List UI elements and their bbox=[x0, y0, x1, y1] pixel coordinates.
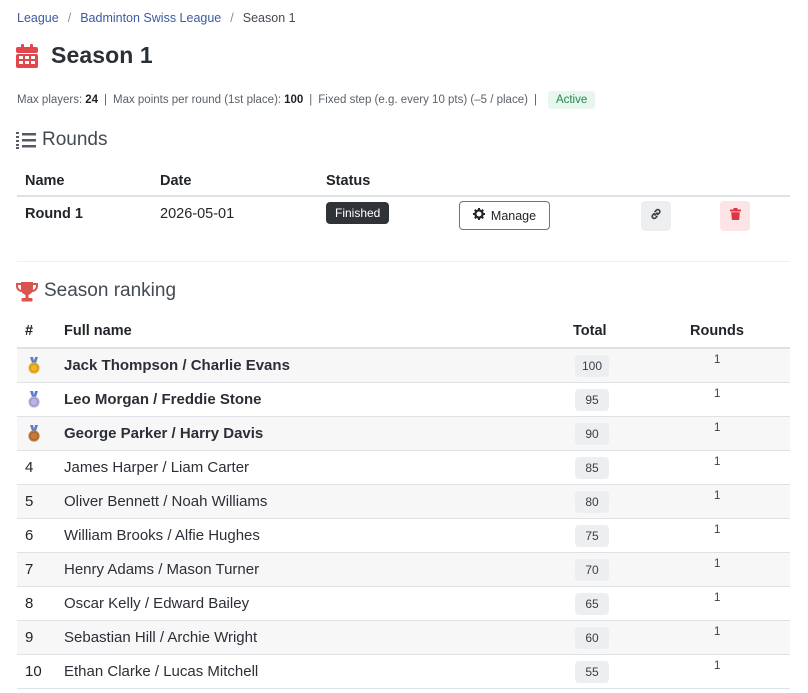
ranking-table-header: # Full name Total Rounds bbox=[17, 315, 790, 349]
ranking-row: 4 James Harper / Liam Carter 85 1 bbox=[17, 451, 790, 485]
rank-number: 10 bbox=[25, 663, 42, 680]
ranking-table-body: Jack Thompson / Charlie Evans 100 1 Leo Mor… bbox=[17, 349, 790, 689]
team-name: Leo Morgan / Freddie Stone bbox=[64, 391, 262, 408]
rounds-table-header: Name Date Status bbox=[17, 164, 790, 197]
rank-number: 8 bbox=[25, 595, 34, 612]
link-icon bbox=[650, 208, 662, 224]
column-header-date: Date bbox=[160, 173, 192, 189]
total-points-badge: 55 bbox=[575, 661, 609, 683]
total-points-badge: 80 bbox=[575, 491, 609, 513]
rounds-played: 1 bbox=[714, 558, 721, 570]
rounds-table: Name Date Status Round 1 2026-05-01 Fini… bbox=[17, 164, 790, 237]
trash-icon bbox=[729, 208, 741, 224]
trophy-icon bbox=[16, 281, 44, 302]
max-players-label: Max players: bbox=[17, 94, 83, 106]
rounds-title: Rounds bbox=[42, 129, 108, 150]
team-name: Oliver Bennett / Noah Williams bbox=[64, 493, 268, 510]
rounds-played: 1 bbox=[714, 456, 721, 468]
rounds-played: 1 bbox=[714, 422, 721, 434]
ranking-row: George Parker / Harry Davis 90 1 bbox=[17, 417, 790, 451]
rounds-played: 1 bbox=[714, 626, 721, 638]
ranking-row: 8 Oscar Kelly / Edward Bailey 65 1 bbox=[17, 587, 790, 621]
meta-separator: | bbox=[533, 94, 537, 106]
ranking-row: 10 Ethan Clarke / Lucas Mitchell 55 1 bbox=[17, 655, 790, 689]
delete-round-button[interactable] bbox=[720, 201, 750, 231]
ranking-title: Season ranking bbox=[44, 280, 177, 301]
ranking-row: 5 Oliver Bennett / Noah Williams 80 1 bbox=[17, 485, 790, 519]
calendar-icon bbox=[16, 43, 38, 68]
team-name: Henry Adams / Mason Turner bbox=[64, 561, 260, 578]
team-name: James Harper / Liam Carter bbox=[64, 459, 250, 476]
total-points-badge: 90 bbox=[575, 423, 609, 445]
breadcrumb-separator: / bbox=[230, 11, 234, 25]
breadcrumb-current: Season 1 bbox=[242, 11, 296, 25]
rank-number: 6 bbox=[25, 527, 34, 544]
total-points-badge: 85 bbox=[575, 457, 609, 479]
rounds-played: 1 bbox=[714, 388, 721, 400]
silver-medal-icon bbox=[27, 391, 41, 412]
team-name: Ethan Clarke / Lucas Mitchell bbox=[64, 663, 259, 680]
team-name: George Parker / Harry Davis bbox=[64, 425, 264, 442]
column-header-status: Status bbox=[326, 173, 371, 189]
rounds-played: 1 bbox=[714, 354, 721, 366]
rank-number: 9 bbox=[25, 629, 34, 646]
gold-medal-icon bbox=[27, 357, 41, 378]
manage-round-button[interactable]: Manage bbox=[459, 201, 550, 230]
step-description: Fixed step (e.g. every 10 pts) (–5 / pla… bbox=[318, 94, 528, 106]
total-points-badge: 75 bbox=[575, 525, 609, 547]
total-points-badge: 60 bbox=[575, 627, 609, 649]
rounds-played: 1 bbox=[714, 490, 721, 502]
section-divider bbox=[17, 261, 790, 262]
total-points-badge: 70 bbox=[575, 559, 609, 581]
team-name: William Brooks / Alfie Hughes bbox=[64, 527, 260, 544]
column-header-rank: # bbox=[25, 323, 34, 339]
ranking-heading: Season ranking bbox=[16, 280, 176, 302]
ranking-row: Jack Thompson / Charlie Evans 100 1 bbox=[17, 349, 790, 383]
total-points-badge: 65 bbox=[575, 593, 609, 615]
max-points-value: 100 bbox=[284, 94, 304, 106]
breadcrumb: League / Badminton Swiss League / Season… bbox=[17, 11, 296, 25]
meta-separator: | bbox=[309, 94, 313, 106]
round-date: 2026-05-01 bbox=[160, 206, 235, 222]
column-header-full-name: Full name bbox=[64, 323, 132, 339]
status-badge: Active bbox=[547, 91, 596, 109]
column-header-rounds: Rounds bbox=[690, 323, 744, 339]
copy-link-button[interactable] bbox=[641, 201, 671, 231]
column-header-total: Total bbox=[573, 323, 607, 339]
rounds-played: 1 bbox=[714, 592, 721, 604]
team-name: Sebastian Hill / Archie Wright bbox=[64, 629, 258, 646]
rounds-heading: Rounds bbox=[16, 129, 108, 151]
rank-number: 7 bbox=[25, 561, 34, 578]
ranking-row: 6 William Brooks / Alfie Hughes 75 1 bbox=[17, 519, 790, 553]
round-status-badge: Finished bbox=[326, 202, 390, 224]
breadcrumb-league-link[interactable]: League bbox=[17, 11, 59, 25]
season-settings: Max players: 24 | Max points per round (… bbox=[17, 90, 596, 110]
breadcrumb-separator: / bbox=[67, 11, 72, 25]
meta-separator: | bbox=[103, 94, 107, 106]
max-points-label: Max points per round (1st place): bbox=[112, 94, 282, 106]
ranking-row: Leo Morgan / Freddie Stone 95 1 bbox=[17, 383, 790, 417]
column-header-name: Name bbox=[25, 173, 65, 189]
manage-button-label: Manage bbox=[490, 208, 537, 223]
bronze-medal-icon bbox=[27, 425, 41, 446]
rounds-played: 1 bbox=[714, 660, 721, 672]
team-name: Jack Thompson / Charlie Evans bbox=[64, 357, 290, 374]
max-players-value: 24 bbox=[85, 94, 98, 106]
gear-icon bbox=[472, 208, 491, 223]
total-points-badge: 100 bbox=[575, 355, 609, 377]
rounds-played: 1 bbox=[714, 524, 721, 536]
team-name: Oscar Kelly / Edward Bailey bbox=[64, 595, 250, 612]
breadcrumb-league-name-link[interactable]: Badminton Swiss League bbox=[80, 11, 221, 25]
ranking-row: 7 Henry Adams / Mason Turner 70 1 bbox=[17, 553, 790, 587]
total-points-badge: 95 bbox=[575, 389, 609, 411]
ranking-row: 9 Sebastian Hill / Archie Wright 60 1 bbox=[17, 621, 790, 655]
ranking-table: # Full name Total Rounds Jack Thompson /… bbox=[17, 315, 790, 689]
rank-number: 5 bbox=[25, 493, 34, 510]
round-name: Round 1 bbox=[25, 206, 83, 222]
list-ordered-icon bbox=[16, 130, 42, 150]
rank-number: 4 bbox=[25, 459, 34, 476]
round-row: Round 1 2026-05-01 Finished Manage bbox=[17, 197, 790, 235]
page-title: Season 1 bbox=[51, 42, 153, 68]
page-header: Season 1 bbox=[16, 42, 153, 69]
